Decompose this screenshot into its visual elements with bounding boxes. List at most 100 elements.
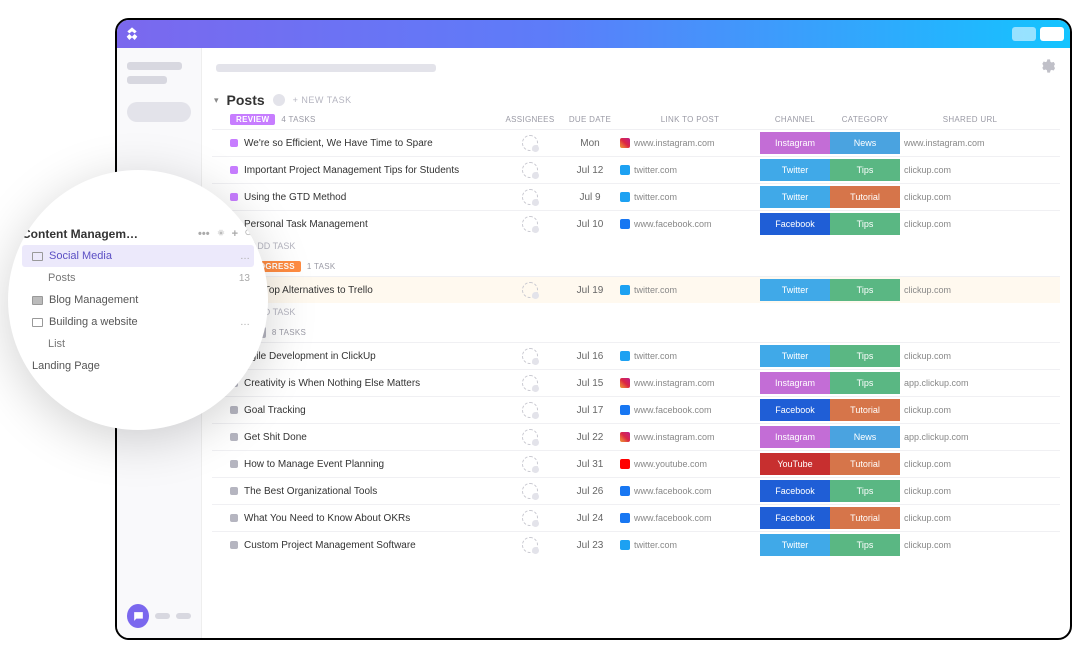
- assignee-avatar[interactable]: [522, 135, 538, 151]
- shared-url[interactable]: app.clickup.com: [900, 432, 1040, 442]
- task-row[interactable]: Creativity is When Nothing Else MattersJ…: [212, 369, 1060, 396]
- due-date[interactable]: Jul 23: [560, 540, 620, 551]
- channel-badge[interactable]: Instagram: [760, 132, 830, 154]
- category-badge[interactable]: Tutorial: [830, 453, 900, 475]
- shared-url[interactable]: clickup.com: [900, 351, 1040, 361]
- category-badge[interactable]: Tips: [830, 480, 900, 502]
- link-to-post[interactable]: twitter.com: [620, 351, 760, 361]
- shared-url[interactable]: clickup.com: [900, 459, 1040, 469]
- link-to-post[interactable]: www.facebook.com: [620, 405, 760, 415]
- channel-badge[interactable]: Twitter: [760, 159, 830, 181]
- channel-badge[interactable]: Twitter: [760, 534, 830, 556]
- task-row[interactable]: Using the GTD MethodJul 9twitter.comTwit…: [212, 183, 1060, 210]
- link-to-post[interactable]: www.instagram.com: [620, 378, 760, 388]
- shared-url[interactable]: clickup.com: [900, 513, 1040, 523]
- task-row[interactable]: Personal Task ManagementJul 10www.facebo…: [212, 210, 1060, 237]
- channel-badge[interactable]: Facebook: [760, 399, 830, 421]
- more-icon[interactable]: …: [240, 317, 250, 328]
- task-row[interactable]: We're so Efficient, We Have Time to Spar…: [212, 129, 1060, 156]
- sidebar-item[interactable]: Posts13: [22, 267, 254, 289]
- category-badge[interactable]: Tips: [830, 213, 900, 235]
- due-date[interactable]: Jul 26: [560, 486, 620, 497]
- task-row[interactable]: What You Need to Know About OKRsJul 24ww…: [212, 504, 1060, 531]
- assignee-avatar[interactable]: [522, 510, 538, 526]
- shared-url[interactable]: app.clickup.com: [900, 378, 1040, 388]
- link-to-post[interactable]: twitter.com: [620, 540, 760, 550]
- shared-url[interactable]: clickup.com: [900, 192, 1040, 202]
- shared-url[interactable]: clickup.com: [900, 405, 1040, 415]
- category-badge[interactable]: Tips: [830, 159, 900, 181]
- add-task-button[interactable]: + ADD TASK: [212, 303, 1060, 325]
- due-date[interactable]: Jul 12: [560, 165, 620, 176]
- assignee-avatar[interactable]: [522, 282, 538, 298]
- shared-url[interactable]: clickup.com: [900, 165, 1040, 175]
- category-badge[interactable]: News: [830, 426, 900, 448]
- settings-icon[interactable]: [1040, 58, 1056, 79]
- channel-badge[interactable]: Twitter: [760, 186, 830, 208]
- channel-badge[interactable]: YouTube: [760, 453, 830, 475]
- assignee-avatar[interactable]: [522, 537, 538, 553]
- link-to-post[interactable]: www.facebook.com: [620, 219, 760, 229]
- category-badge[interactable]: Tutorial: [830, 507, 900, 529]
- space-header[interactable]: Content Managem… ••• +: [22, 223, 254, 245]
- shared-url[interactable]: clickup.com: [900, 486, 1040, 496]
- window-maximize-button[interactable]: [1040, 27, 1064, 41]
- category-badge[interactable]: Tutorial: [830, 399, 900, 421]
- assignee-avatar[interactable]: [522, 216, 538, 232]
- task-row[interactable]: Agile Development in ClickUpJul 16twitte…: [212, 342, 1060, 369]
- task-row[interactable]: Custom Project Management SoftwareJul 23…: [212, 531, 1060, 558]
- shared-url[interactable]: clickup.com: [900, 540, 1040, 550]
- add-icon[interactable]: +: [232, 228, 238, 240]
- status-chip[interactable]: REVIEW: [230, 114, 275, 125]
- due-date[interactable]: Jul 31: [560, 459, 620, 470]
- sidebar-item[interactable]: Landing Page: [22, 355, 254, 377]
- channel-badge[interactable]: Instagram: [760, 426, 830, 448]
- link-to-post[interactable]: www.facebook.com: [620, 513, 760, 523]
- category-badge[interactable]: Tips: [830, 345, 900, 367]
- shared-url[interactable]: clickup.com: [900, 219, 1040, 229]
- assignee-avatar[interactable]: [522, 456, 538, 472]
- task-row[interactable]: Goal TrackingJul 17www.facebook.comFaceb…: [212, 396, 1060, 423]
- add-task-button[interactable]: + ADD TASK: [212, 237, 1060, 259]
- due-date[interactable]: Jul 22: [560, 432, 620, 443]
- channel-badge[interactable]: Facebook: [760, 507, 830, 529]
- assignee-avatar[interactable]: [522, 429, 538, 445]
- task-row[interactable]: The Best Organizational ToolsJul 26www.f…: [212, 477, 1060, 504]
- assignee-avatar[interactable]: [522, 189, 538, 205]
- more-icon[interactable]: …: [240, 251, 250, 262]
- link-to-post[interactable]: twitter.com: [620, 165, 760, 175]
- task-row[interactable]: Get Shit DoneJul 22www.instagram.comInst…: [212, 423, 1060, 450]
- search-pill[interactable]: [127, 102, 191, 122]
- category-badge[interactable]: Tutorial: [830, 186, 900, 208]
- channel-badge[interactable]: Twitter: [760, 279, 830, 301]
- due-date[interactable]: Jul 19: [560, 285, 620, 296]
- new-task-button[interactable]: + NEW TASK: [293, 95, 352, 105]
- channel-badge[interactable]: Twitter: [760, 345, 830, 367]
- category-badge[interactable]: News: [830, 132, 900, 154]
- link-to-post[interactable]: www.youtube.com: [620, 459, 760, 469]
- sidebar-item[interactable]: Social Media…: [22, 245, 254, 267]
- more-icon[interactable]: •••: [198, 228, 210, 240]
- channel-badge[interactable]: Instagram: [760, 372, 830, 394]
- due-date[interactable]: Jul 24: [560, 513, 620, 524]
- link-to-post[interactable]: www.instagram.com: [620, 138, 760, 148]
- shared-url[interactable]: www.instagram.com: [900, 138, 1040, 148]
- chat-button[interactable]: [127, 604, 149, 628]
- link-to-post[interactable]: twitter.com: [620, 285, 760, 295]
- due-date[interactable]: Jul 10: [560, 219, 620, 230]
- due-date[interactable]: Jul 15: [560, 378, 620, 389]
- task-row[interactable]: Important Project Management Tips for St…: [212, 156, 1060, 183]
- category-badge[interactable]: Tips: [830, 279, 900, 301]
- due-date[interactable]: Jul 17: [560, 405, 620, 416]
- link-to-post[interactable]: www.facebook.com: [620, 486, 760, 496]
- info-icon[interactable]: [273, 94, 285, 106]
- due-date[interactable]: Jul 16: [560, 351, 620, 362]
- shared-url[interactable]: clickup.com: [900, 285, 1040, 295]
- assignee-avatar[interactable]: [522, 483, 538, 499]
- assignee-avatar[interactable]: [522, 375, 538, 391]
- channel-badge[interactable]: Facebook: [760, 480, 830, 502]
- due-date[interactable]: Mon: [560, 138, 620, 149]
- category-badge[interactable]: Tips: [830, 534, 900, 556]
- link-to-post[interactable]: www.instagram.com: [620, 432, 760, 442]
- channel-badge[interactable]: Facebook: [760, 213, 830, 235]
